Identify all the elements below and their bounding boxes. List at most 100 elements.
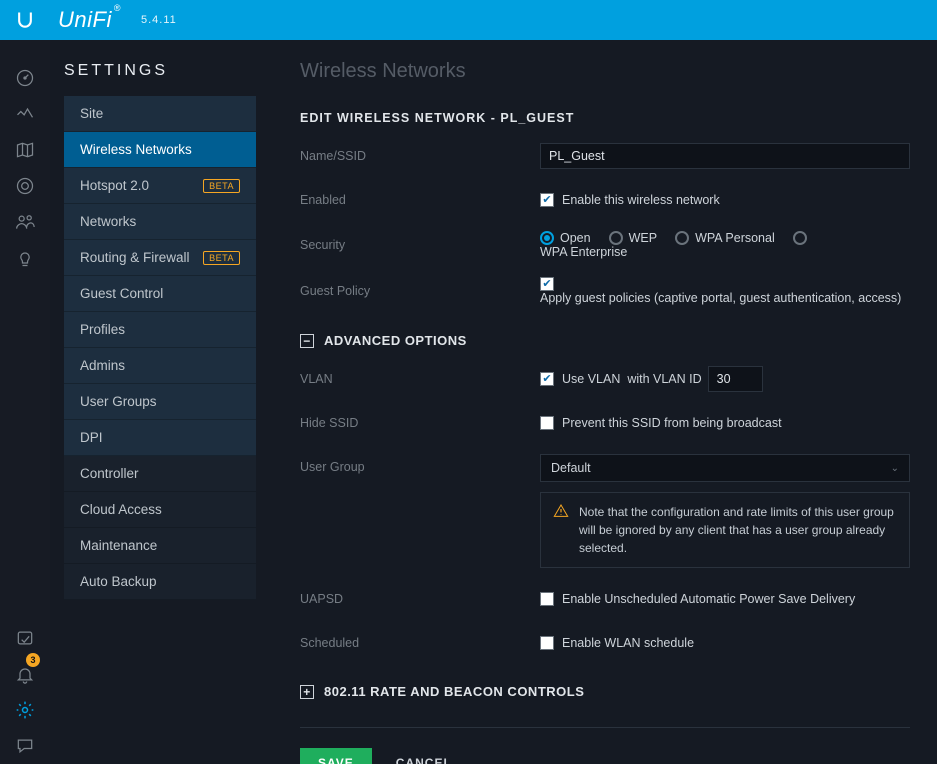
input-ssid[interactable] <box>540 143 910 169</box>
checkbox-enabled[interactable] <box>540 193 554 207</box>
nav-label: Admins <box>80 358 125 373</box>
version-label: 5.4.11 <box>141 14 177 26</box>
guest-policy-text: Apply guest policies (captive portal, gu… <box>540 291 901 305</box>
statistics-icon[interactable] <box>0 96 50 132</box>
nav-label: Wireless Networks <box>80 142 192 157</box>
expander-advanced[interactable]: − ADVANCED OPTIONS <box>300 333 910 348</box>
row-security: Security Open WEP WPA Personal WPA Enter… <box>300 231 910 259</box>
beta-badge: BETA <box>203 179 240 193</box>
alert-badge: 3 <box>26 653 40 667</box>
settings-icon[interactable] <box>0 692 50 728</box>
expander-rate[interactable]: + 802.11 RATE AND BEACON CONTROLS <box>300 684 910 699</box>
content: SETTINGS Site Wireless Networks Hotspot … <box>50 40 937 764</box>
nav-auto-backup[interactable]: Auto Backup <box>64 564 256 600</box>
label-ssid: Name/SSID <box>300 149 540 163</box>
nav-label: DPI <box>80 430 103 445</box>
dashboard-icon[interactable] <box>0 60 50 96</box>
checkbox-vlan[interactable] <box>540 372 554 386</box>
cancel-button[interactable]: CANCEL <box>396 756 452 764</box>
label-user-group: User Group <box>300 454 540 474</box>
nav-networks[interactable]: Networks <box>64 204 256 240</box>
nav-label: User Groups <box>80 394 157 409</box>
label-guest-policy: Guest Policy <box>300 284 540 298</box>
beta-badge: BETA <box>203 251 240 265</box>
settings-title: SETTINGS <box>64 62 256 80</box>
radio-open-label[interactable]: Open <box>560 231 591 245</box>
nav-controller[interactable]: Controller <box>64 456 256 492</box>
label-hide-ssid: Hide SSID <box>300 416 540 430</box>
form-area: Wireless Networks EDIT WIRELESS NETWORK … <box>270 40 937 764</box>
nav-label: Maintenance <box>80 538 157 553</box>
settings-nav: SETTINGS Site Wireless Networks Hotspot … <box>50 40 270 764</box>
row-enabled: Enabled Enable this wireless network <box>300 187 910 213</box>
enabled-text: Enable this wireless network <box>562 193 720 207</box>
events-icon[interactable] <box>0 620 50 656</box>
nav-label: Controller <box>80 466 139 481</box>
brand-label: UniFi® <box>58 7 121 33</box>
select-user-group[interactable]: Default ⌄ <box>540 454 910 482</box>
plus-icon: + <box>300 685 314 699</box>
row-hide-ssid: Hide SSID Prevent this SSID from being b… <box>300 410 910 436</box>
label-security: Security <box>300 238 540 252</box>
actions: SAVE CANCEL <box>300 748 910 764</box>
brand-text: UniFi <box>58 7 112 32</box>
nav-label: Auto Backup <box>80 574 157 589</box>
chevron-down-icon: ⌄ <box>891 463 899 474</box>
checkbox-hide-ssid[interactable] <box>540 416 554 430</box>
nav-hotspot[interactable]: Hotspot 2.0BETA <box>64 168 256 204</box>
label-vlan: VLAN <box>300 372 540 386</box>
chat-icon[interactable] <box>0 728 50 764</box>
radio-wep[interactable] <box>609 231 623 245</box>
nav-label: Profiles <box>80 322 125 337</box>
checkbox-guest-policy[interactable] <box>540 277 554 291</box>
row-guest-policy: Guest Policy Apply guest policies (capti… <box>300 277 910 305</box>
alerts-icon[interactable]: 3 <box>0 656 50 692</box>
radio-wep-label[interactable]: WEP <box>629 231 657 245</box>
nav-dpi[interactable]: DPI <box>64 420 256 456</box>
nav-maintenance[interactable]: Maintenance <box>64 528 256 564</box>
nav-label: Cloud Access <box>80 502 162 517</box>
minus-icon: − <box>300 334 314 348</box>
divider <box>300 727 910 728</box>
radio-wpa-personal[interactable] <box>675 231 689 245</box>
clients-icon[interactable] <box>0 204 50 240</box>
label-uapsd: UAPSD <box>300 592 540 606</box>
rate-title: 802.11 RATE AND BEACON CONTROLS <box>324 684 584 699</box>
logo-u-icon <box>10 10 40 30</box>
nav-routing-firewall[interactable]: Routing & Firewall BETA <box>64 240 256 276</box>
nav-site[interactable]: Site <box>64 96 256 132</box>
insights-icon[interactable] <box>0 240 50 276</box>
nav-label: Guest Control <box>80 286 163 301</box>
vlan-text-b: with VLAN ID <box>627 372 701 386</box>
nav-profiles[interactable]: Profiles <box>64 312 256 348</box>
nav-label: Routing & Firewall <box>80 250 190 265</box>
radio-wpa-enterprise-label[interactable]: WPA Enterprise <box>540 245 627 259</box>
user-group-value: Default <box>551 461 591 475</box>
user-group-note: Note that the configuration and rate lim… <box>540 492 910 568</box>
page-title: Wireless Networks <box>300 60 910 83</box>
row-uapsd: UAPSD Enable Unscheduled Automatic Power… <box>300 586 910 612</box>
row-ssid: Name/SSID <box>300 143 910 169</box>
topbar: UniFi® 5.4.11 <box>0 0 937 40</box>
radio-wpa-personal-label[interactable]: WPA Personal <box>695 231 775 245</box>
nav-label: Site <box>80 106 103 121</box>
label-enabled: Enabled <box>300 193 540 207</box>
nav-admins[interactable]: Admins <box>64 348 256 384</box>
section-title: EDIT WIRELESS NETWORK - PL_GUEST <box>300 111 910 125</box>
nav-label: Networks <box>80 214 136 229</box>
devices-icon[interactable] <box>0 168 50 204</box>
save-button[interactable]: SAVE <box>300 748 372 764</box>
nav-user-groups[interactable]: User Groups <box>64 384 256 420</box>
input-vlan-id[interactable] <box>708 366 763 392</box>
left-sidebar: 3 <box>0 40 50 764</box>
map-icon[interactable] <box>0 132 50 168</box>
user-group-note-text: Note that the configuration and rate lim… <box>579 503 897 557</box>
radio-wpa-enterprise[interactable] <box>793 231 807 245</box>
checkbox-uapsd[interactable] <box>540 592 554 606</box>
checkbox-scheduled[interactable] <box>540 636 554 650</box>
nav-wireless-networks[interactable]: Wireless Networks <box>64 132 256 168</box>
radio-open[interactable] <box>540 231 554 245</box>
nav-guest-control[interactable]: Guest Control <box>64 276 256 312</box>
hide-ssid-text: Prevent this SSID from being broadcast <box>562 416 782 430</box>
nav-cloud-access[interactable]: Cloud Access <box>64 492 256 528</box>
